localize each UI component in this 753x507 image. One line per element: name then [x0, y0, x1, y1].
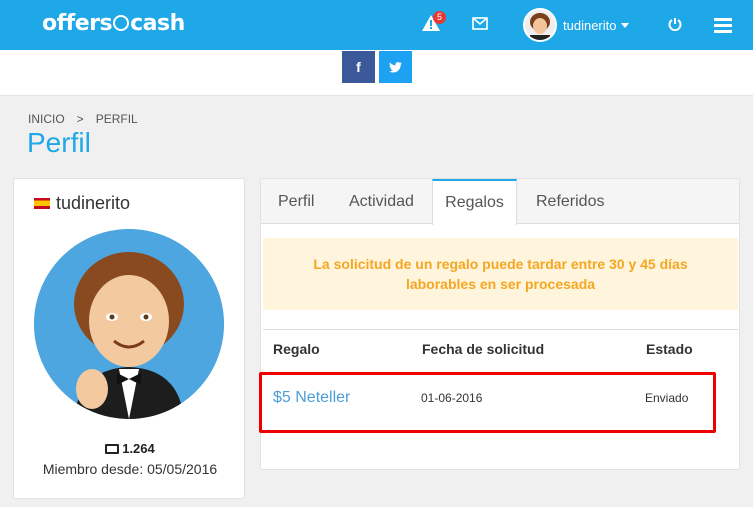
processing-notice: La solicitud de un regalo puede tardar e…	[263, 238, 738, 310]
logo-coin-icon	[113, 15, 130, 31]
profile-header: tudinerito	[34, 193, 130, 214]
user-avatar	[523, 8, 557, 42]
profile-avatar	[34, 229, 224, 419]
tab-actividad[interactable]: Actividad	[349, 179, 414, 224]
breadcrumb: INICIO > PERFIL	[28, 112, 138, 126]
points-balance: 1.264	[14, 441, 246, 456]
tab-referidos[interactable]: Referidos	[536, 179, 604, 224]
profile-card: tudinerito 1.264 Miembro desde: 05/05/20…	[13, 178, 245, 499]
header-regalo: Regalo	[273, 341, 320, 357]
profile-name: tudinerito	[56, 193, 131, 213]
highlight-box	[259, 372, 716, 433]
notice-line-1: La solicitud de un regalo puede tardar e…	[313, 256, 688, 272]
member-since: Miembro desde: 05/05/2016	[42, 461, 218, 477]
points-value: 1.264	[122, 441, 155, 456]
breadcrumb-separator: >	[76, 112, 84, 126]
breadcrumb-current: PERFIL	[95, 112, 138, 126]
facebook-icon: f	[356, 59, 361, 75]
logo-text-right: cash	[130, 11, 185, 36]
gifts-table-header: Regalo Fecha de solicitud Estado	[263, 329, 738, 367]
tab-bar: Perfil Actividad Regalos Referidos	[261, 179, 739, 225]
logo-text-left: offers	[42, 11, 113, 36]
tab-perfil[interactable]: Perfil	[278, 179, 314, 224]
twitter-button[interactable]	[379, 51, 412, 83]
notice-line-2: laborables en ser procesada	[405, 276, 596, 292]
spain-flag-icon	[34, 198, 50, 209]
username-label: tudinerito	[563, 17, 617, 33]
header-fecha: Fecha de solicitud	[422, 341, 545, 357]
hamburger-icon	[714, 18, 732, 33]
envelope-icon	[472, 17, 488, 30]
power-icon	[668, 18, 682, 32]
chevron-down-icon	[621, 22, 630, 28]
tab-regalos[interactable]: Regalos	[432, 179, 517, 225]
mail-button[interactable]	[472, 17, 488, 35]
header-estado: Estado	[646, 341, 693, 357]
page-title: Perfil	[27, 127, 91, 158]
twitter-icon	[389, 61, 402, 73]
facebook-button[interactable]: f	[342, 51, 375, 83]
alert-count-badge: 5	[433, 11, 446, 24]
user-menu[interactable]: tudinerito	[523, 8, 630, 42]
logo[interactable]: offers cash	[42, 11, 185, 36]
social-share-bar: f	[0, 50, 753, 96]
top-nav: offers cash 5 tudinerito	[0, 0, 753, 50]
money-icon	[105, 444, 120, 454]
hamburger-menu-button[interactable]	[714, 17, 732, 38]
logout-button[interactable]	[668, 17, 682, 36]
breadcrumb-home[interactable]: INICIO	[28, 112, 65, 126]
